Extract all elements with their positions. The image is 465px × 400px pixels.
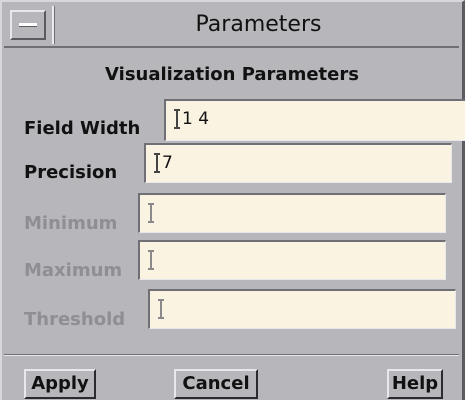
window-menu-button[interactable]: [10, 10, 46, 40]
text-cursor-icon: [148, 250, 154, 270]
text-cursor-icon: [148, 203, 154, 223]
title-bar[interactable]: Parameters: [4, 2, 459, 48]
title-separator: [52, 6, 55, 44]
field-width-input[interactable]: 1 4: [164, 99, 465, 141]
apply-button[interactable]: Apply: [24, 369, 96, 399]
button-separator: [4, 354, 459, 356]
minimum-label: Minimum: [24, 213, 118, 234]
precision-input[interactable]: 7: [144, 143, 452, 183]
section-title: Visualization Parameters: [105, 64, 359, 85]
precision-label: Precision: [24, 162, 118, 183]
precision-value: 7: [162, 153, 173, 173]
text-cursor-icon: [154, 153, 160, 173]
cancel-button[interactable]: Cancel: [174, 369, 258, 399]
threshold-input[interactable]: [148, 289, 456, 329]
help-button[interactable]: Help: [387, 369, 443, 399]
minimum-input[interactable]: [138, 193, 446, 233]
parameters-dialog: Parameters Visualization Parameters Fiel…: [0, 0, 465, 400]
window-title: Parameters: [195, 12, 322, 37]
text-cursor-icon: [174, 109, 180, 129]
maximum-input[interactable]: [138, 240, 446, 280]
field-width-value: 1 4: [182, 109, 210, 129]
threshold-label: Threshold: [24, 309, 126, 330]
field-width-label: Field Width: [24, 118, 141, 139]
window-menu-icon: [19, 23, 37, 27]
maximum-label: Maximum: [24, 260, 123, 281]
text-cursor-icon: [158, 299, 164, 319]
